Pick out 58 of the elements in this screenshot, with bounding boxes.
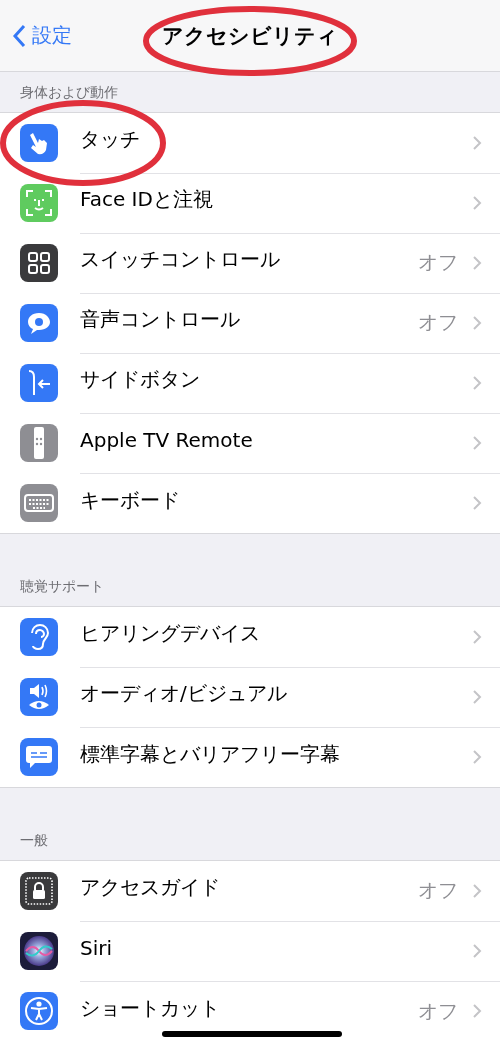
row-label: サイドボタン — [80, 366, 201, 393]
chevron-icon — [472, 495, 482, 511]
speaker-eye-icon — [27, 683, 51, 711]
settings-row[interactable]: ヒアリングデバイス — [0, 607, 500, 667]
caption-bubble-icon — [25, 744, 53, 770]
row-label: オーディオ/ビジュアル — [80, 680, 288, 707]
chevron-icon — [472, 1003, 482, 1019]
row-label: ショートカット — [80, 994, 221, 1022]
chevron-icon — [472, 749, 482, 765]
settings-row[interactable]: タッチ — [0, 113, 500, 173]
row-label: Apple TV Remote — [80, 427, 254, 452]
chevron-icon — [472, 882, 482, 899]
grid-icon — [27, 251, 51, 275]
back-chevron-icon — [12, 23, 26, 48]
settings-row[interactable]: アクセスガイド オフ — [0, 861, 500, 921]
row-label: タッチ — [80, 126, 141, 153]
keyboard-icon — [24, 494, 54, 512]
settings-row[interactable]: Siri — [0, 921, 500, 981]
side-button-icon — [26, 369, 52, 397]
back-label[interactable]: 設定 — [32, 22, 72, 49]
chevron-icon — [472, 688, 482, 705]
section-header: 聴覚サポート — [19, 578, 104, 596]
section-header: 一般 — [19, 832, 48, 850]
ear-icon — [28, 623, 50, 651]
row-value: オフ — [418, 997, 458, 1025]
row-label: 音声コントロール — [80, 306, 241, 333]
chevron-icon — [472, 134, 482, 151]
chevron-icon — [472, 628, 482, 645]
settings-row[interactable]: オーディオ/ビジュアル — [0, 667, 500, 727]
chevron-icon — [472, 374, 482, 391]
chevron-icon — [472, 942, 482, 959]
settings-row[interactable]: 音声コントロール オフ — [0, 293, 500, 353]
row-label: ヒアリングデバイス — [80, 620, 261, 647]
row-label: 標準字幕とバリアフリー字幕 — [80, 740, 341, 768]
settings-row[interactable]: サイドボタン — [0, 353, 500, 413]
section-header: 身体および動作 — [19, 84, 118, 102]
row-label: アクセスガイド — [80, 874, 221, 901]
back-button[interactable]: 設定 — [0, 22, 72, 49]
row-label: キーボード — [80, 486, 181, 514]
chevron-icon — [472, 254, 482, 271]
settings-row[interactable]: キーボード — [0, 473, 500, 533]
window-title: アクセシビリティ — [162, 22, 338, 50]
row-label: スイッチコントロール — [80, 246, 281, 273]
chevron-icon — [472, 314, 482, 331]
row-value: オフ — [418, 877, 458, 904]
row-label: Face IDと注視 — [80, 186, 214, 213]
settings-row[interactable]: Apple TV Remote — [0, 413, 500, 473]
chevron-icon — [472, 194, 482, 211]
chevron-icon — [472, 434, 482, 451]
row-value: オフ — [418, 249, 458, 276]
row-value: オフ — [418, 309, 458, 336]
settings-row[interactable]: 標準字幕とバリアフリー字幕 — [0, 727, 500, 787]
remote-icon — [33, 427, 45, 459]
settings-row[interactable]: スイッチコントロール オフ — [0, 233, 500, 293]
row-label: Siri — [80, 935, 114, 960]
speech-bubble-icon — [26, 311, 52, 335]
settings-row[interactable]: ショートカット オフ — [0, 981, 500, 1041]
settings-row[interactable]: Face IDと注視 — [0, 173, 500, 233]
